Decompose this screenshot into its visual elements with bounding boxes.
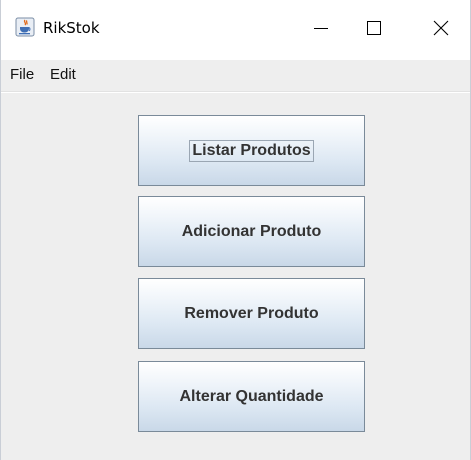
button-label: Remover Produto bbox=[184, 304, 319, 322]
title-bar[interactable]: RikStok bbox=[1, 0, 470, 60]
remover-produto-button[interactable]: Remover Produto bbox=[138, 278, 365, 349]
adicionar-produto-button[interactable]: Adicionar Produto bbox=[138, 196, 365, 267]
minimize-button[interactable] bbox=[297, 0, 345, 60]
window-title: RikStok bbox=[43, 19, 100, 37]
button-label: Alterar Quantidade bbox=[179, 387, 324, 405]
listar-produtos-button[interactable]: Listar Produtos bbox=[138, 115, 365, 186]
button-label: Listar Produtos bbox=[189, 139, 314, 162]
button-label: Adicionar Produto bbox=[181, 222, 322, 240]
menu-file[interactable]: File bbox=[10, 66, 34, 83]
menu-edit[interactable]: Edit bbox=[50, 66, 76, 83]
close-button[interactable] bbox=[417, 0, 465, 60]
alterar-quantidade-button[interactable]: Alterar Quantidade bbox=[138, 361, 365, 432]
close-icon bbox=[433, 20, 449, 41]
maximize-button[interactable] bbox=[350, 0, 398, 60]
menu-bar: File Edit bbox=[1, 60, 470, 92]
maximize-icon bbox=[366, 20, 382, 41]
main-panel: Listar Produtos Adicionar Produto Remove… bbox=[1, 93, 470, 460]
java-cup-icon[interactable] bbox=[15, 17, 35, 37]
minimize-icon bbox=[313, 20, 329, 41]
app-window: RikStok File Edit Listar Produtos Adicio… bbox=[0, 0, 471, 460]
